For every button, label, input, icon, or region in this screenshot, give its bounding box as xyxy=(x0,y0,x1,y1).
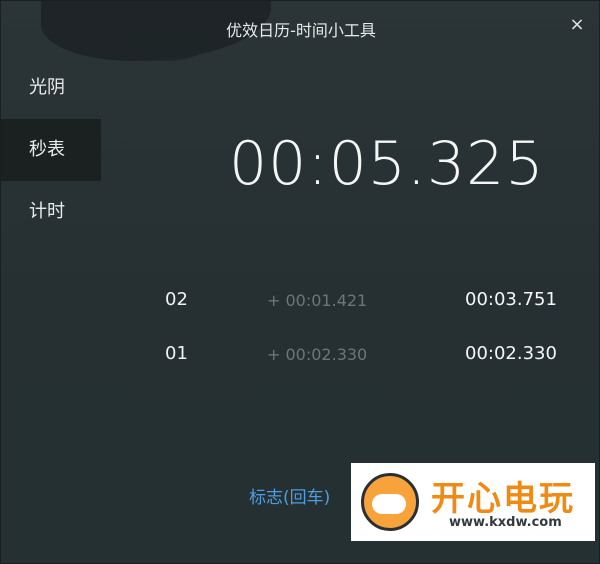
lap-list: 02 + 00:01.421 00:03.751 01 + 00:02.330 … xyxy=(161,279,581,387)
sidebar-nav: 光阴 秒表 计时 xyxy=(1,57,101,243)
lap-number: 01 xyxy=(165,343,188,364)
lap-total-time: 00:03.751 xyxy=(465,289,557,310)
app-window: 优效日历-时间小工具 × 光阴 秒表 计时 00:05.325 02 + 00:… xyxy=(0,0,600,564)
close-button[interactable]: × xyxy=(567,15,587,35)
sidebar-item-guangyin[interactable]: 光阴 xyxy=(1,57,101,119)
title-bar: 优效日历-时间小工具 × xyxy=(1,1,599,57)
mark-lap-button[interactable]: 标志(回车) xyxy=(249,483,330,508)
sidebar-item-timer[interactable]: 计时 xyxy=(1,181,101,243)
site-watermark: 开心电玩 www.kxdw.com xyxy=(351,463,595,541)
lap-number: 02 xyxy=(165,289,188,310)
sidebar-item-label: 秒表 xyxy=(29,139,65,160)
lap-split-time: + 00:02.330 xyxy=(267,345,368,364)
lap-row: 01 + 00:02.330 00:02.330 xyxy=(161,333,581,387)
lap-split-time: + 00:01.421 xyxy=(267,291,368,310)
mascot-logo-icon xyxy=(361,473,419,531)
lap-row: 02 + 00:01.421 00:03.751 xyxy=(161,279,581,333)
lap-total-time: 00:02.330 xyxy=(465,343,557,364)
window-title: 优效日历-时间小工具 xyxy=(226,21,376,40)
watermark-title: 开心电玩 xyxy=(431,479,575,519)
sidebar-item-label: 光阴 xyxy=(29,77,65,98)
sidebar-item-label: 计时 xyxy=(29,201,65,222)
watermark-url: www.kxdw.com xyxy=(449,515,562,530)
elapsed-time-display: 00:05.325 xyxy=(229,129,545,199)
sidebar-item-stopwatch[interactable]: 秒表 xyxy=(1,119,101,181)
close-icon: × xyxy=(569,14,585,35)
